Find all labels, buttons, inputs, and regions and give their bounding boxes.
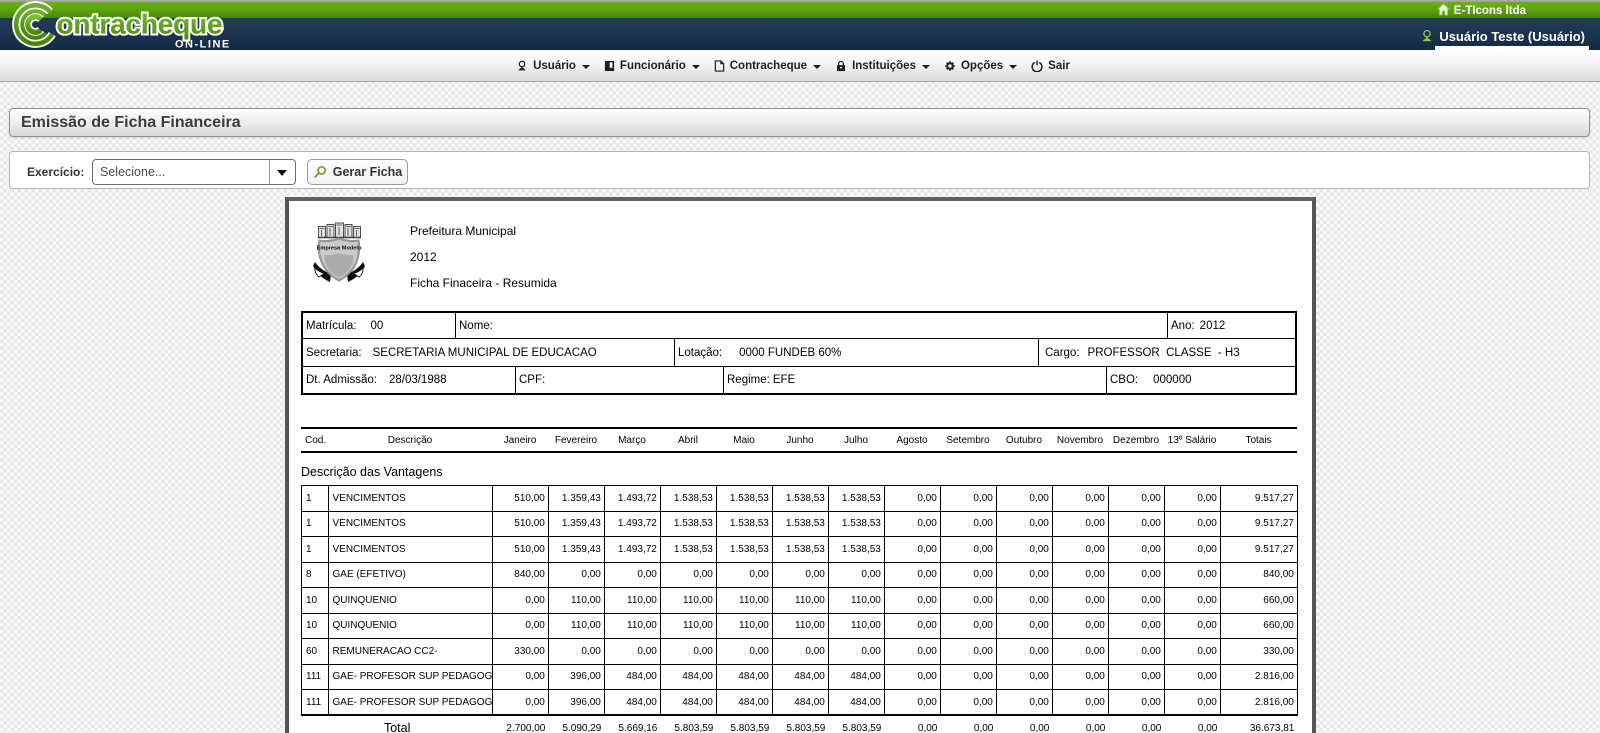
svg-text:Empresa Modelo: Empresa Modelo xyxy=(317,246,362,252)
svg-text:ON-LINE: ON-LINE xyxy=(175,39,231,51)
svg-text:ontracheque: ontracheque xyxy=(57,9,223,40)
